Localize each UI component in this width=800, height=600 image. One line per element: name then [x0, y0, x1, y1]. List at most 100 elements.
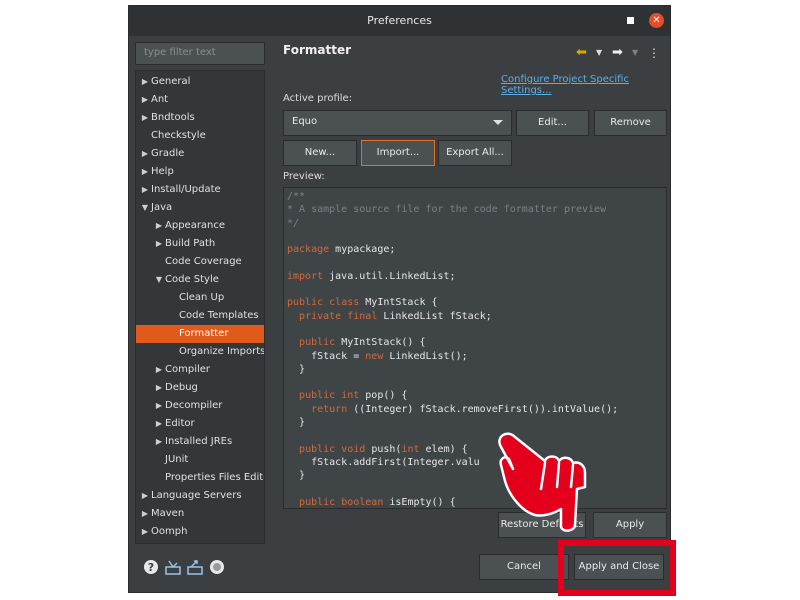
active-profile-label: Active profile: [283, 93, 353, 104]
sidebar-item-build-path[interactable]: ▶ Build Path [136, 235, 264, 253]
preview-label: Preview: [283, 171, 325, 182]
close-icon[interactable]: ✕ [649, 13, 664, 28]
sidebar-item-java[interactable]: ▼ Java [136, 199, 264, 217]
code-token: LinkedList fStack; [377, 310, 492, 322]
sidebar-item-code-coverage[interactable]: Code Coverage [136, 253, 264, 271]
forward-arrow-icon[interactable]: ➡ [612, 46, 623, 60]
sidebar-item-formatter[interactable]: Formatter [136, 325, 264, 343]
sidebar-item-help[interactable]: ▶ Help [136, 163, 264, 181]
remove-button[interactable]: Remove [594, 110, 667, 136]
code-token: } [287, 470, 306, 482]
sidebar-item-general[interactable]: ▶ General [136, 73, 264, 91]
import-button[interactable]: Import... [361, 140, 435, 166]
cancel-button[interactable]: Cancel [479, 554, 569, 580]
new-button[interactable]: New... [283, 140, 357, 166]
code-line: /** [287, 190, 618, 203]
back-menu-chevron-icon[interactable]: ▼ [596, 46, 602, 60]
collapsed-chevron-icon[interactable]: ▶ [139, 487, 151, 505]
view-menu-icon[interactable]: ⋮ [648, 46, 660, 60]
profile-select[interactable]: Equo [283, 110, 512, 136]
back-arrow-icon[interactable]: ⬅ [576, 46, 587, 60]
collapsed-chevron-icon[interactable]: ▶ [153, 217, 165, 235]
sidebar-item-installed-jres[interactable]: ▶ Installed JREs [136, 433, 264, 451]
record-icon[interactable] [209, 559, 225, 575]
code-keyword: package [287, 244, 330, 256]
sidebar-item-junit[interactable]: JUnit [136, 451, 264, 469]
sidebar-item-language-servers[interactable]: ▶ Language Servers [136, 487, 264, 505]
sidebar-item-code-templates[interactable]: Code Templates [136, 307, 264, 325]
sidebar-item-label: Editor [165, 418, 195, 429]
sidebar-item-appearance[interactable]: ▶ Appearance [136, 217, 264, 235]
collapsed-chevron-icon[interactable]: ▶ [153, 235, 165, 253]
sidebar-item-label: Compiler [165, 364, 211, 375]
import-icon[interactable] [165, 559, 181, 575]
collapsed-chevron-icon[interactable]: ▶ [153, 415, 165, 433]
code-keyword: final [347, 310, 378, 322]
code-token: elem) { [419, 443, 468, 455]
export-all-button[interactable]: Export All... [438, 140, 512, 166]
export-icon[interactable] [187, 559, 203, 575]
code-line: import java.util.LinkedList; [287, 270, 618, 283]
collapsed-chevron-icon[interactable]: ▶ [153, 361, 165, 379]
sidebar-item-label: General [151, 76, 191, 87]
sidebar-item-maven[interactable]: ▶ Maven [136, 505, 264, 523]
collapsed-chevron-icon[interactable]: ▶ [139, 163, 151, 181]
sidebar-item-properties-files-editor[interactable]: Properties Files Editor [136, 469, 264, 487]
code-keyword: int [401, 443, 420, 455]
code-keyword: class [329, 297, 360, 309]
code-comment: * A sample source file for the code form… [287, 204, 607, 216]
sidebar-item-label: Java [151, 202, 173, 213]
expanded-chevron-icon[interactable]: ▼ [153, 271, 165, 289]
sidebar-item-editor[interactable]: ▶ Editor [136, 415, 264, 433]
apply-button[interactable]: Apply [593, 512, 667, 538]
sidebar-item-label: Build Path [165, 238, 216, 249]
collapsed-chevron-icon[interactable]: ▶ [139, 145, 151, 163]
collapsed-chevron-icon[interactable]: ▶ [139, 181, 151, 199]
collapsed-chevron-icon[interactable]: ▶ [153, 397, 165, 415]
code-keyword: public [287, 297, 324, 309]
sidebar-item-organize-imports[interactable]: Organize Imports [136, 343, 264, 361]
sidebar-item-decompiler[interactable]: ▶ Decompiler [136, 397, 264, 415]
sidebar-item-oomph[interactable]: ▶ Oomph [136, 523, 264, 541]
sidebar-item-bndtools[interactable]: ▶ Bndtools [136, 109, 264, 127]
filter-input[interactable]: type filter text [135, 42, 265, 65]
code-token: } [287, 417, 306, 429]
sidebar-item-label: Debug [165, 382, 198, 393]
sidebar-item-label: Install/Update [151, 184, 221, 195]
sidebar-item-code-style[interactable]: ▼ Code Style [136, 271, 264, 289]
sidebar-item-install-update[interactable]: ▶ Install/Update [136, 181, 264, 199]
help-icon[interactable]: ? [143, 559, 159, 575]
expanded-chevron-icon[interactable]: ▼ [139, 199, 151, 217]
collapsed-chevron-icon[interactable]: ▶ [139, 91, 151, 109]
edit-button[interactable]: Edit... [516, 110, 589, 136]
collapsed-chevron-icon[interactable]: ▶ [139, 73, 151, 91]
collapsed-chevron-icon[interactable]: ▶ [153, 379, 165, 397]
sidebar-item-label: Maven [151, 508, 185, 519]
code-token: ((Integer) fStack.removeFirst()).intValu… [347, 403, 619, 415]
collapsed-chevron-icon[interactable]: ▶ [139, 109, 151, 127]
configure-project-link[interactable]: Configure Project Specific Settings... [501, 74, 670, 96]
sidebar-item-ant[interactable]: ▶ Ant [136, 91, 264, 109]
forward-menu-chevron-icon[interactable]: ▼ [632, 46, 638, 60]
sidebar-item-gradle[interactable]: ▶ Gradle [136, 145, 264, 163]
sidebar-item-compiler[interactable]: ▶ Compiler [136, 361, 264, 379]
sidebar-item-clean-up[interactable]: Clean Up [136, 289, 264, 307]
collapsed-chevron-icon[interactable]: ▶ [139, 523, 151, 541]
sidebar-item-checkstyle[interactable]: Checkstyle [136, 127, 264, 145]
sidebar-item-label: Clean Up [179, 292, 225, 303]
title-bar: Preferences ✕ [129, 6, 670, 36]
code-token: MyIntStack { [359, 297, 438, 309]
collapsed-chevron-icon[interactable]: ▶ [153, 433, 165, 451]
code-token: } [287, 363, 306, 375]
maximize-icon[interactable] [627, 17, 634, 24]
code-line: * A sample source file for the code form… [287, 203, 618, 216]
highlight-box [558, 540, 676, 596]
collapsed-chevron-icon[interactable]: ▶ [139, 505, 151, 523]
sidebar-item-debug[interactable]: ▶ Debug [136, 379, 264, 397]
code-line: private final LinkedList fStack; [287, 310, 618, 323]
